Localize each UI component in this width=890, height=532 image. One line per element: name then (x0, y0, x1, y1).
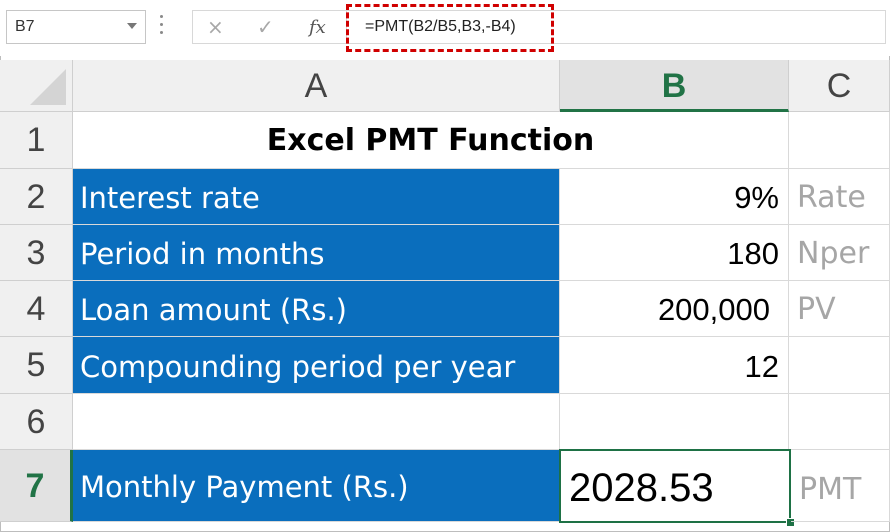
cell-c1[interactable] (789, 112, 890, 169)
name-box-value: B7 (15, 18, 35, 35)
column-header-c[interactable]: C (789, 60, 890, 112)
cell-b2[interactable]: 9% (560, 169, 789, 225)
column-header-b[interactable]: B (560, 60, 789, 112)
cell-a6[interactable] (73, 394, 560, 450)
row-header-7[interactable]: 7 (0, 450, 73, 522)
cell-c7[interactable]: PMT (791, 450, 890, 522)
chevron-down-icon[interactable] (127, 23, 137, 29)
cell-b4[interactable]: 200,000 (560, 281, 789, 337)
cell-b5[interactable]: 12 (560, 337, 789, 394)
cell-b7-selected[interactable]: 2028.53 (559, 449, 791, 523)
cell-c6[interactable] (789, 394, 890, 450)
formula-bar: B7 × ✓ fx =PMT(B2/B5,B3,-B4) (0, 0, 890, 56)
cell-a3[interactable]: Period in months (73, 225, 560, 281)
cell-a5[interactable]: Compounding period per year (73, 337, 560, 394)
cell-a2[interactable]: Interest rate (73, 169, 560, 225)
cell-c5[interactable] (789, 337, 890, 394)
drag-handle-icon[interactable] (160, 15, 164, 39)
cell-a7[interactable]: Monthly Payment (Rs.) (73, 450, 560, 522)
formula-controls: × ✓ fx (192, 10, 346, 44)
row-header-2[interactable]: 2 (0, 169, 73, 225)
enter-icon[interactable]: ✓ (257, 15, 274, 39)
row-header-1[interactable]: 1 (0, 112, 73, 169)
function-icon[interactable]: fx (309, 17, 326, 38)
row-header-5[interactable]: 5 (0, 337, 73, 394)
cell-a4[interactable]: Loan amount (Rs.) (73, 281, 560, 337)
cell-c3[interactable]: Nper (789, 225, 890, 281)
row-header-4[interactable]: 4 (0, 281, 73, 337)
cell-c4[interactable]: PV (789, 281, 890, 337)
select-all-button[interactable] (0, 60, 73, 112)
cell-b3[interactable]: 180 (560, 225, 789, 281)
cell-c2[interactable]: Rate (789, 169, 890, 225)
cell-a1-title[interactable]: Excel PMT Function (73, 112, 789, 169)
select-all-icon (30, 69, 66, 105)
row-header-3[interactable]: 3 (0, 225, 73, 281)
column-header-a[interactable]: A (73, 60, 560, 112)
formula-highlight-box (346, 4, 554, 52)
cancel-icon[interactable]: × (207, 15, 224, 39)
cell-b6[interactable] (560, 394, 789, 450)
name-box[interactable]: B7 (6, 10, 146, 44)
row-header-6[interactable]: 6 (0, 394, 73, 450)
